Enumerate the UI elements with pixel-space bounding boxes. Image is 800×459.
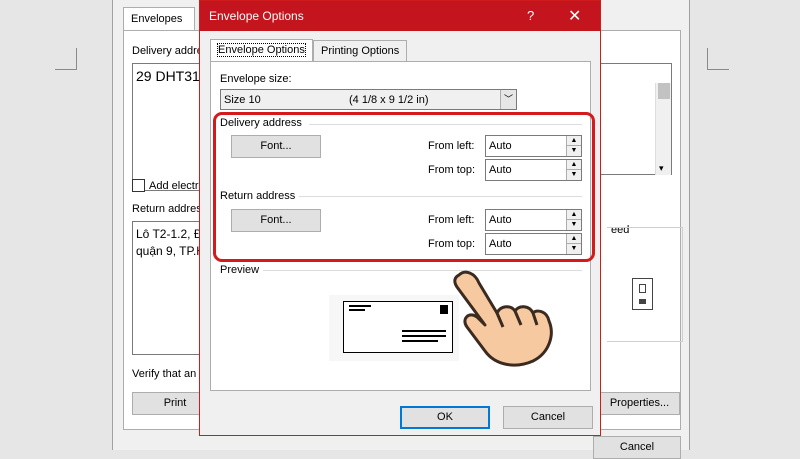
dialog-title: Envelope Options: [209, 9, 304, 23]
add-electronic-postage-label: Add electro: [149, 180, 205, 192]
cancel-button-back[interactable]: Cancel: [593, 436, 681, 459]
cancel-button[interactable]: Cancel: [503, 406, 593, 429]
help-icon[interactable]: ?: [527, 8, 534, 23]
dialog-title-bar[interactable]: Envelope Options ? ✕: [200, 1, 600, 31]
preview-address-line: [402, 340, 438, 342]
envelope-feed-icon: [632, 278, 653, 310]
tab-printing-options-label: Printing Options: [321, 45, 400, 57]
add-electronic-postage-checkbox[interactable]: [132, 179, 145, 192]
highlight-frame: [213, 112, 595, 262]
chevron-down-icon[interactable]: ﹀: [500, 90, 516, 109]
delivery-address-label: Delivery addre: [132, 45, 203, 57]
envelope-size-select[interactable]: Size 10 (4 1/8 x 9 1/2 in) ﹀: [220, 89, 517, 110]
return-address-line-1: Lô T2-1.2, Đ: [136, 227, 203, 241]
preview-address-line: [402, 335, 446, 337]
page-crop-mark-right: [707, 48, 729, 70]
ok-button[interactable]: OK: [400, 406, 490, 429]
return-address-label: Return addres: [132, 203, 202, 215]
preview-return-line: [349, 309, 365, 311]
preview-label: Preview: [220, 264, 260, 276]
feed-box[interactable]: [607, 227, 683, 342]
tab-envelopes[interactable]: Envelopes: [123, 7, 195, 31]
envelope-preview: [329, 295, 459, 361]
pointing-hand-icon: [453, 270, 553, 367]
envelope-preview-image: [343, 301, 453, 353]
preview-return-line: [349, 305, 371, 307]
scroll-down-icon[interactable]: ▾: [659, 163, 664, 174]
page-crop-mark-left: [55, 48, 77, 70]
tab-printing-options[interactable]: Printing Options: [313, 40, 408, 61]
scrollbar-thumb[interactable]: [658, 83, 670, 99]
verify-text: Verify that an e: [132, 368, 206, 380]
close-icon[interactable]: ✕: [568, 6, 581, 26]
envelope-size-label: Envelope size:: [220, 73, 292, 85]
tab-envelope-options[interactable]: Envelope Options: [210, 39, 313, 62]
tab-envelope-options-label: Envelope Options: [217, 43, 306, 57]
delivery-scrollbar[interactable]: ▾: [655, 83, 671, 175]
return-address-line-2: quận 9, TP.H: [136, 244, 205, 258]
envelope-size-dims: (4 1/8 x 9 1/2 in): [349, 94, 429, 106]
tab-envelopes-label: Envelopes: [131, 13, 183, 25]
properties-button[interactable]: Properties...: [600, 392, 680, 415]
envelope-size-value: Size 10: [224, 94, 261, 106]
preview-address-line: [402, 330, 446, 332]
